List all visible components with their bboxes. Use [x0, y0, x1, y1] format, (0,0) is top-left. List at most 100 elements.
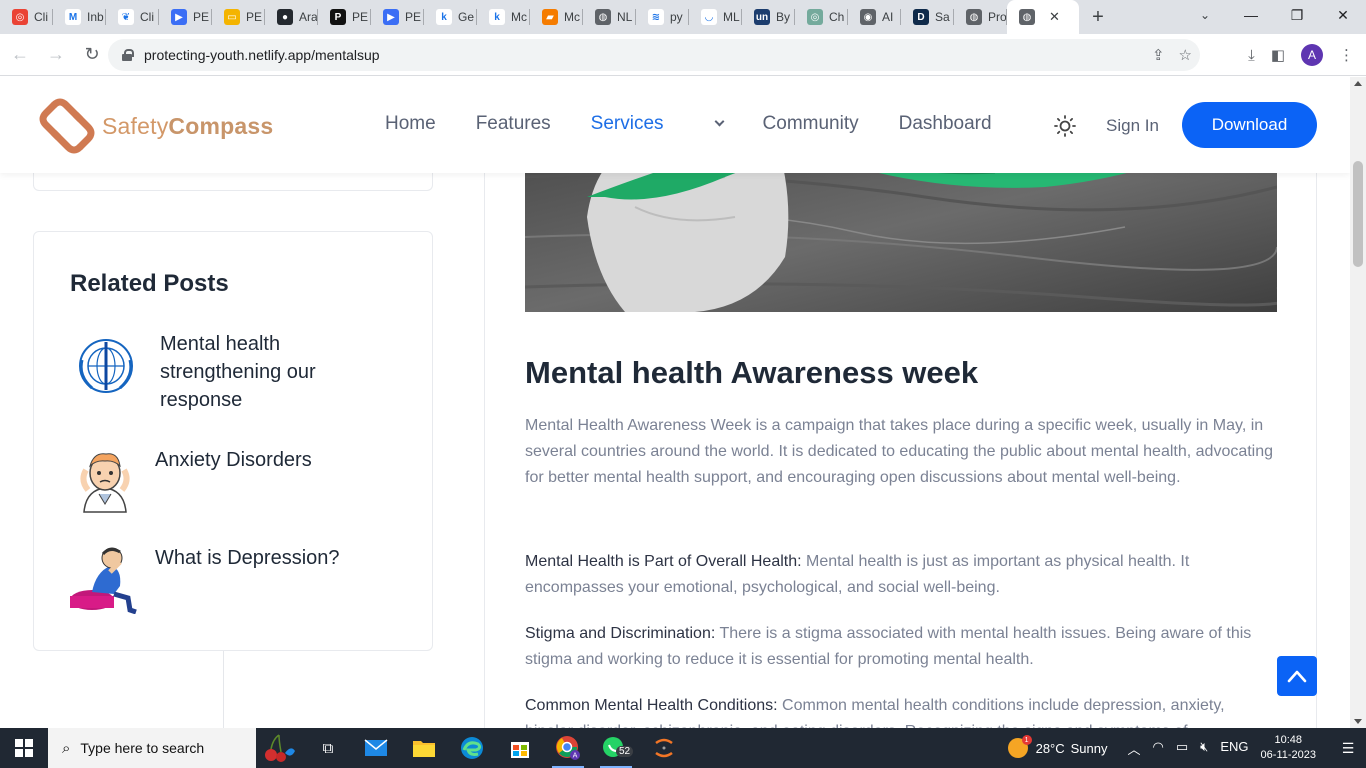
browser-tab[interactable]: ◍ Pro — [954, 0, 1007, 34]
nav-dashboard[interactable]: Dashboard — [899, 113, 992, 135]
back-button[interactable]: ← — [4, 39, 36, 71]
system-tray: 1 28°C Sunny ︿ ◠ ▭ 🔇︎ ENG 10:48 06-11-20… — [1007, 728, 1366, 768]
tab-title: PE — [246, 10, 263, 24]
clock-date: 06-11-2023 — [1260, 749, 1316, 761]
file-explorer-app[interactable] — [400, 728, 448, 768]
taskbar-clock[interactable]: 10:48 06-11-2023 — [1261, 733, 1316, 763]
close-window-button[interactable]: ✕ — [1320, 0, 1366, 30]
browser-tab[interactable]: ❦ Cli — [106, 0, 159, 34]
page-viewport: Related Posts Mental health strengthenin… — [0, 77, 1350, 728]
bookmark-star-icon[interactable]: ☆ — [1179, 46, 1192, 64]
tab-favicon-icon: k — [436, 9, 452, 25]
browser-tab[interactable]: ● Ara — [265, 0, 318, 34]
share-icon[interactable]: ⇪ — [1152, 46, 1165, 64]
whatsapp-app[interactable]: 52 — [592, 728, 640, 768]
scrollbar-thumb[interactable] — [1353, 161, 1363, 267]
toolbar-right: ⤓ ◧ A ⋮ — [1248, 34, 1354, 76]
mail-app[interactable] — [352, 728, 400, 768]
browser-tab[interactable]: ≋ py — [636, 0, 689, 34]
notification-center-icon[interactable]: ☰ — [1330, 728, 1366, 768]
browser-tab[interactable]: ▶ PE — [159, 0, 212, 34]
address-bar[interactable]: protecting-youth.netlify.app/mentalsup ⇪… — [108, 39, 1200, 71]
nav-home[interactable]: Home — [385, 113, 436, 135]
downloads-icon[interactable]: ⤓ — [1248, 47, 1255, 64]
chrome-app[interactable]: A — [544, 728, 592, 768]
browser-tab[interactable]: k Ge — [424, 0, 477, 34]
tab-search-button[interactable]: ⌄ — [1190, 0, 1220, 30]
browser-tab[interactable]: ◎ Cli — [0, 0, 53, 34]
nav-community[interactable]: Community — [763, 113, 859, 135]
site-logo[interactable]: SafetyCompass — [36, 95, 273, 157]
tab-favicon-icon: un — [754, 9, 770, 25]
article-card: Mental health Awareness week Mental Heal… — [484, 77, 1317, 728]
url-text[interactable]: protecting-youth.netlify.app/mentalsup — [144, 47, 380, 63]
volume-muted-icon[interactable]: 🔇︎ — [1200, 739, 1208, 758]
windows-logo-icon — [15, 739, 33, 757]
taskbar-search-box[interactable]: ⌕ Type here to search — [48, 728, 256, 768]
browser-tab[interactable]: ◡ ML — [689, 0, 742, 34]
related-post-title[interactable]: Anxiety Disorders — [155, 446, 312, 516]
tab-title: PE — [193, 10, 210, 24]
show-hidden-icons-chevron-icon[interactable]: ︿ — [1128, 739, 1141, 758]
tab-title: Mc — [511, 10, 527, 24]
browser-tab[interactable]: ▭ PE — [212, 0, 265, 34]
edge-browser-app[interactable] — [448, 728, 496, 768]
related-post-item[interactable]: What is Depression? — [70, 544, 340, 614]
tab-favicon-icon: ● — [277, 9, 293, 25]
tab-title: Sa — [935, 10, 950, 24]
related-post-item[interactable]: Mental health strengthening our response — [70, 330, 360, 414]
maximize-button[interactable]: ❐ — [1274, 0, 1320, 30]
browser-tab[interactable]: ▶ PE — [371, 0, 424, 34]
logo-text-prefix: Safety — [102, 112, 169, 139]
browser-tab[interactable]: un By — [742, 0, 795, 34]
profile-avatar[interactable]: A — [1301, 44, 1323, 66]
forward-button[interactable]: → — [40, 39, 72, 71]
browser-tab[interactable]: k Mc — [477, 0, 530, 34]
browser-tab[interactable]: ◎ Ch — [795, 0, 848, 34]
side-panel-icon[interactable]: ◧ — [1271, 46, 1285, 64]
browser-tab[interactable]: P PE — [318, 0, 371, 34]
microsoft-store-app[interactable] — [496, 728, 544, 768]
sign-in-link[interactable]: Sign In — [1106, 116, 1159, 136]
start-button[interactable] — [0, 728, 48, 768]
minimize-button[interactable]: — — [1228, 0, 1274, 30]
page-scrollbar[interactable] — [1350, 77, 1366, 728]
new-tab-button[interactable]: + — [1083, 0, 1113, 34]
scroll-up-arrow-icon[interactable] — [1354, 81, 1362, 86]
wifi-icon[interactable]: ◠ — [1153, 739, 1164, 758]
browser-tab[interactable]: ◍ NL — [583, 0, 636, 34]
browser-tab[interactable]: M Inb — [53, 0, 106, 34]
taskbar-search-placeholder: Type here to search — [80, 740, 205, 756]
tab-favicon-icon: ◎ — [807, 9, 823, 25]
tab-favicon-icon: ▶ — [383, 9, 399, 25]
tab-favicon-icon: ◍ — [595, 9, 611, 25]
battery-icon[interactable]: ▭ — [1176, 739, 1188, 758]
browser-tab[interactable]: D Sa — [901, 0, 954, 34]
reload-button[interactable]: ↻ — [76, 39, 108, 71]
close-tab-icon[interactable]: ✕ — [1049, 9, 1060, 25]
browser-tab[interactable]: ◉ AI — [848, 0, 901, 34]
window-controls: — ❐ ✕ — [1228, 0, 1366, 34]
tab-favicon-icon: ◍ — [966, 9, 982, 25]
browser-menu-icon[interactable]: ⋮ — [1339, 46, 1354, 64]
nav-features[interactable]: Features — [476, 113, 551, 135]
weather-alert-badge: 1 — [1021, 735, 1032, 745]
related-post-item[interactable]: Anxiety Disorders — [70, 446, 312, 516]
taskbar-fruit-widget[interactable] — [256, 728, 304, 768]
jupyter-app[interactable] — [640, 728, 688, 768]
tab-title: PE — [352, 10, 369, 24]
task-view-button[interactable]: ⧉ — [304, 728, 352, 768]
tab-title: Cli — [34, 10, 48, 24]
related-post-title[interactable]: What is Depression? — [155, 544, 340, 614]
scroll-down-arrow-icon[interactable] — [1354, 719, 1362, 724]
sad-person-icon — [70, 547, 137, 614]
related-post-title[interactable]: Mental health strengthening our response — [160, 330, 360, 414]
language-indicator[interactable]: ENG — [1220, 739, 1248, 758]
tab-active[interactable]: ◍ ✕ — [1007, 0, 1079, 34]
theme-toggle-sun-icon[interactable] — [1054, 115, 1076, 137]
scroll-to-top-button[interactable] — [1277, 656, 1317, 696]
download-button[interactable]: Download — [1182, 102, 1317, 148]
weather-widget[interactable]: 1 28°C Sunny — [1007, 735, 1108, 758]
nav-services[interactable]: Services — [591, 113, 724, 135]
browser-tab[interactable]: ▰ Mc — [530, 0, 583, 34]
